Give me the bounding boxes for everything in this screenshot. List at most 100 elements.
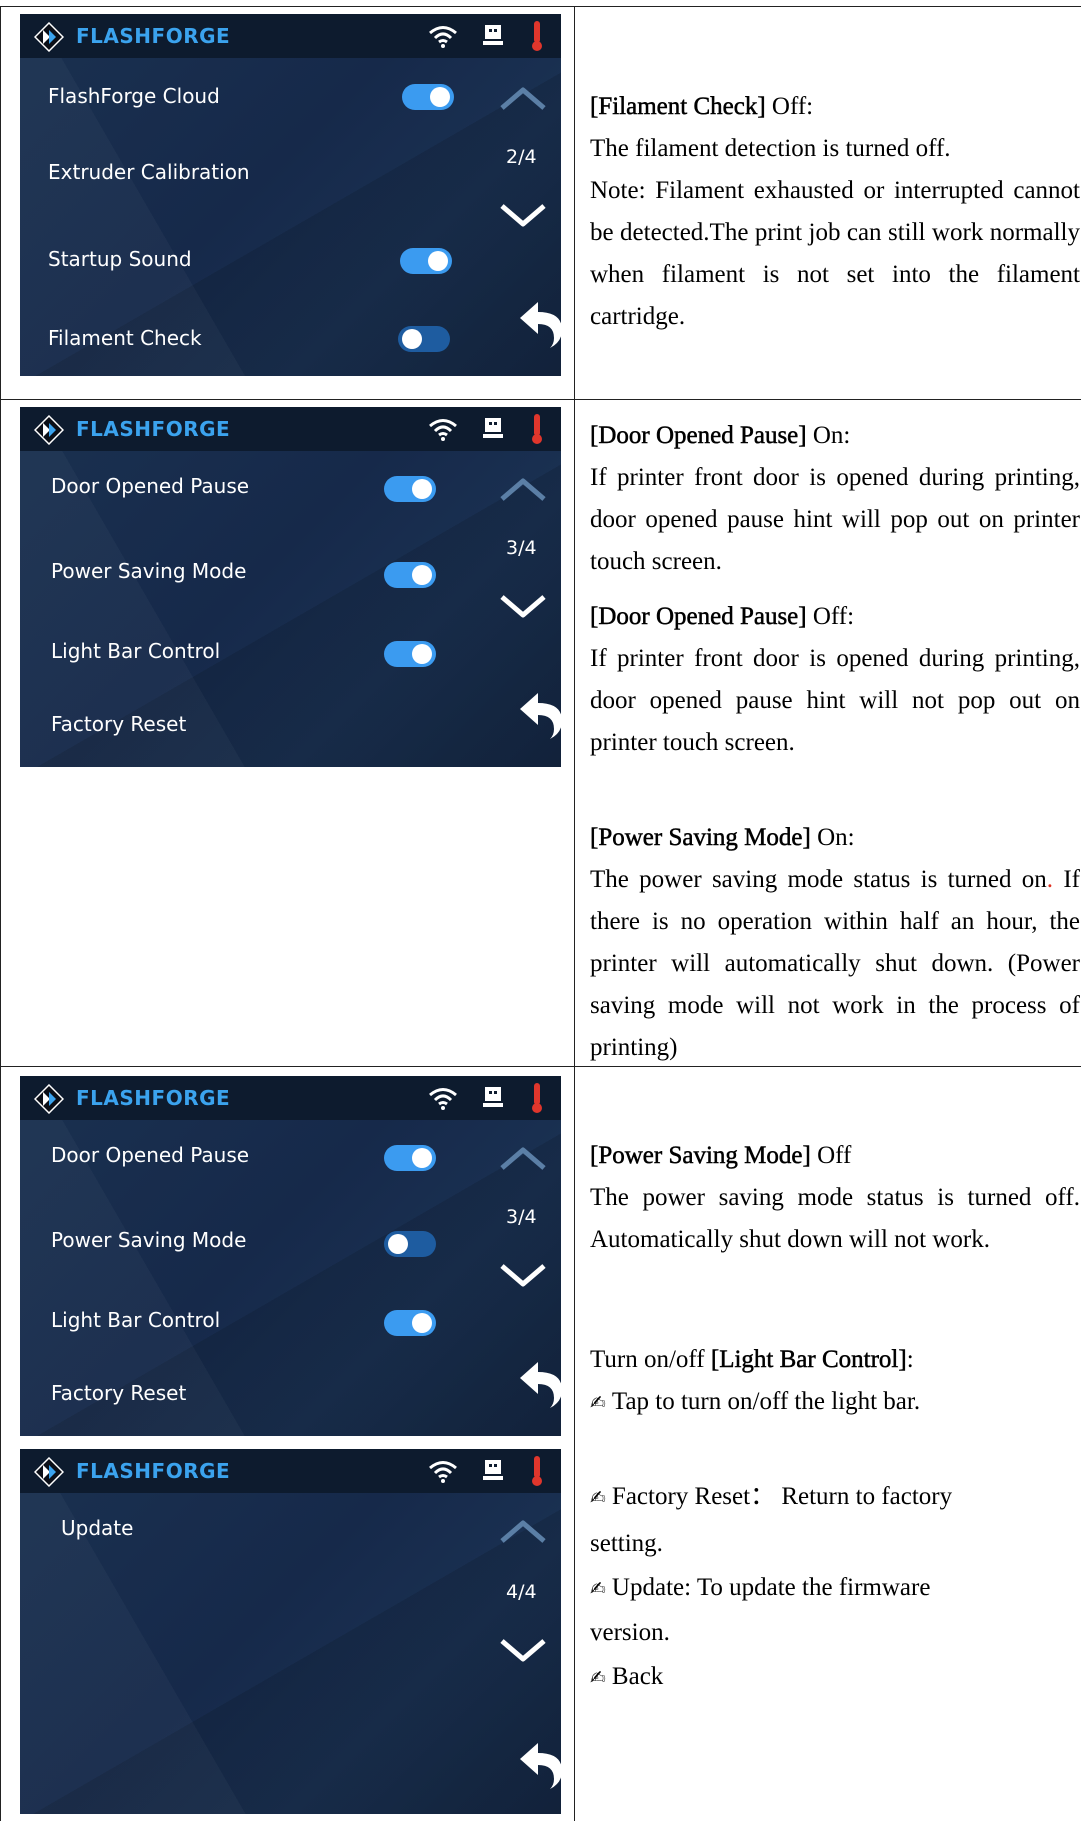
light-bar-control-toggle[interactable] xyxy=(384,1310,436,1336)
light-bar-control-toggle[interactable] xyxy=(384,641,436,667)
page-down-arrow-icon[interactable] xyxy=(500,1637,546,1663)
wifi-icon xyxy=(429,1088,457,1110)
back-arrow-icon[interactable] xyxy=(516,1739,561,1791)
status-bar: FLASHFORGE xyxy=(20,1449,561,1493)
menu-item-light-bar-control[interactable]: Light Bar Control xyxy=(51,639,220,663)
page-up-arrow-icon[interactable] xyxy=(500,1146,546,1172)
table-border-left xyxy=(0,6,1,1821)
printer-screen-settings-page-3-b: FLASHFORGE Door Opened Pause Power Savin… xyxy=(20,1076,561,1436)
brand-name: FLASHFORGE xyxy=(76,417,231,441)
menu-item-light-bar-control[interactable]: Light Bar Control xyxy=(51,1308,220,1332)
wifi-icon xyxy=(429,419,457,441)
power-saving-off-description: [Power Saving Mode] Off The power saving… xyxy=(590,1135,1080,1261)
menu-item-power-saving-mode[interactable]: Power Saving Mode xyxy=(51,1228,246,1252)
light-bar-description: Turn on/off [Light Bar Control]: ✍ Tap to… xyxy=(590,1339,1080,1424)
manual-page: FLASHFORGE FlashForge Cloud Extruder Cal… xyxy=(0,0,1081,1821)
light-bar-heading: [Light Bar Control] xyxy=(710,1346,907,1374)
door-on-heading: [Door Opened Pause] xyxy=(590,422,807,450)
power-saving-mode-toggle[interactable] xyxy=(384,1231,436,1257)
menu-item-flashforge-cloud[interactable]: FlashForge Cloud xyxy=(48,84,220,108)
power-saving-on-description: [Power Saving Mode] On: The power saving… xyxy=(590,817,1080,1069)
menu-item-filament-check[interactable]: Filament Check xyxy=(48,326,202,350)
usb-drive-icon xyxy=(483,1087,503,1107)
pen-icon: ✍ xyxy=(590,1392,606,1414)
back-arrow-icon[interactable] xyxy=(516,1358,561,1410)
brand-name: FLASHFORGE xyxy=(76,24,231,48)
factory-reset-line2: setting. xyxy=(590,1530,663,1557)
page-indicator: 4/4 xyxy=(506,1581,537,1603)
back-arrow-icon[interactable] xyxy=(516,298,561,350)
wifi-icon xyxy=(429,1461,457,1483)
page-up-arrow-icon[interactable] xyxy=(500,477,546,503)
door-off-state: Off: xyxy=(806,603,855,630)
status-bar: FLASHFORGE xyxy=(20,407,561,451)
filament-check-description: [Filament Check] Off: The filament detec… xyxy=(590,86,1080,338)
filament-check-state: Off: xyxy=(765,93,814,120)
door-opened-pause-toggle[interactable] xyxy=(384,476,436,502)
printer-screen-settings-page-2: FLASHFORGE FlashForge Cloud Extruder Cal… xyxy=(20,14,561,376)
page-down-arrow-icon[interactable] xyxy=(500,1262,546,1288)
printer-screen-settings-page-4: FLASHFORGE Update 4/4 xyxy=(20,1449,561,1814)
door-off-heading: [Door Opened Pause] xyxy=(590,603,807,631)
page-indicator: 3/4 xyxy=(506,1206,537,1228)
pen-icon: ✍ xyxy=(590,1667,606,1689)
power-on-heading: [Power Saving Mode] xyxy=(590,824,811,852)
flashforge-logo-icon xyxy=(34,22,64,52)
menu-item-door-opened-pause[interactable]: Door Opened Pause xyxy=(51,1143,249,1167)
power-on-body-a: The power saving mode status is turned o… xyxy=(590,866,1047,893)
thermometer-icon xyxy=(532,414,542,444)
flashforge-logo-icon xyxy=(34,415,64,445)
usb-drive-icon xyxy=(483,418,503,438)
door-opened-pause-off-description: [Door Opened Pause] Off: If printer fron… xyxy=(590,596,1080,764)
thermometer-icon xyxy=(532,1456,542,1486)
page-indicator: 2/4 xyxy=(506,146,537,168)
power-on-state: On: xyxy=(810,824,855,851)
power-off-heading: [Power Saving Mode] xyxy=(590,1142,811,1170)
power-off-body: The power saving mode status is turned o… xyxy=(590,1184,1080,1253)
menu-item-factory-reset[interactable]: Factory Reset xyxy=(51,1381,186,1405)
door-on-body: If printer front door is opened during p… xyxy=(590,464,1080,575)
startup-sound-toggle[interactable] xyxy=(400,248,452,274)
menu-item-power-saving-mode[interactable]: Power Saving Mode xyxy=(51,559,246,583)
page-down-arrow-icon[interactable] xyxy=(500,593,546,619)
page-up-arrow-icon[interactable] xyxy=(500,1519,546,1545)
door-off-body: If printer front door is opened during p… xyxy=(590,645,1080,756)
page-down-arrow-icon[interactable] xyxy=(500,202,546,228)
flashforge-logo-icon xyxy=(34,1457,64,1487)
power-on-body-b: If there is no operation within half an … xyxy=(590,866,1080,1061)
usb-drive-icon xyxy=(483,25,503,45)
menu-item-extruder-calibration[interactable]: Extruder Calibration xyxy=(48,160,250,184)
light-colon: : xyxy=(906,1346,914,1373)
door-opened-pause-toggle[interactable] xyxy=(384,1145,436,1171)
wifi-icon xyxy=(429,26,457,48)
page-up-arrow-icon[interactable] xyxy=(500,86,546,112)
flashforge-logo-icon xyxy=(34,1084,64,1114)
back-arrow-icon[interactable] xyxy=(516,689,561,741)
light-prefix: Turn on/off xyxy=(590,1346,711,1373)
filament-check-heading: [Filament Check] xyxy=(590,93,766,121)
filament-check-toggle[interactable] xyxy=(398,326,450,352)
update-line1: Update: To update the firmware xyxy=(611,1574,931,1601)
power-off-state: Off xyxy=(810,1142,852,1169)
page-indicator: 3/4 xyxy=(506,537,537,559)
menu-item-update[interactable]: Update xyxy=(61,1516,133,1540)
menu-item-startup-sound[interactable]: Startup Sound xyxy=(48,247,192,271)
light-tip: Tap to turn on/off the light bar. xyxy=(611,1388,921,1415)
menu-item-door-opened-pause[interactable]: Door Opened Pause xyxy=(51,474,249,498)
factory-reset-line1: Factory Reset： Return to factory xyxy=(611,1483,953,1510)
brand-name: FLASHFORGE xyxy=(76,1459,231,1483)
door-opened-pause-on-description: [Door Opened Pause] On: If printer front… xyxy=(590,415,1080,583)
table-row-divider-1 xyxy=(0,399,1081,400)
power-on-body: The power saving mode status is turned o… xyxy=(590,859,1080,1069)
brand-name: FLASHFORGE xyxy=(76,1086,231,1110)
menu-item-factory-reset[interactable]: Factory Reset xyxy=(51,712,186,736)
pen-icon: ✍ xyxy=(590,1487,606,1509)
thermometer-icon xyxy=(532,1083,542,1113)
filament-check-note: Note: Filament exhausted or interrupted … xyxy=(590,177,1080,330)
flashforge-cloud-toggle[interactable] xyxy=(402,84,454,110)
back-label: Back xyxy=(611,1663,664,1690)
table-border-top xyxy=(0,6,1081,7)
usb-drive-icon xyxy=(483,1460,503,1480)
factory-reset-description: ✍ Factory Reset： Return to factory settin… xyxy=(590,1474,1080,1567)
power-saving-mode-toggle[interactable] xyxy=(384,562,436,588)
